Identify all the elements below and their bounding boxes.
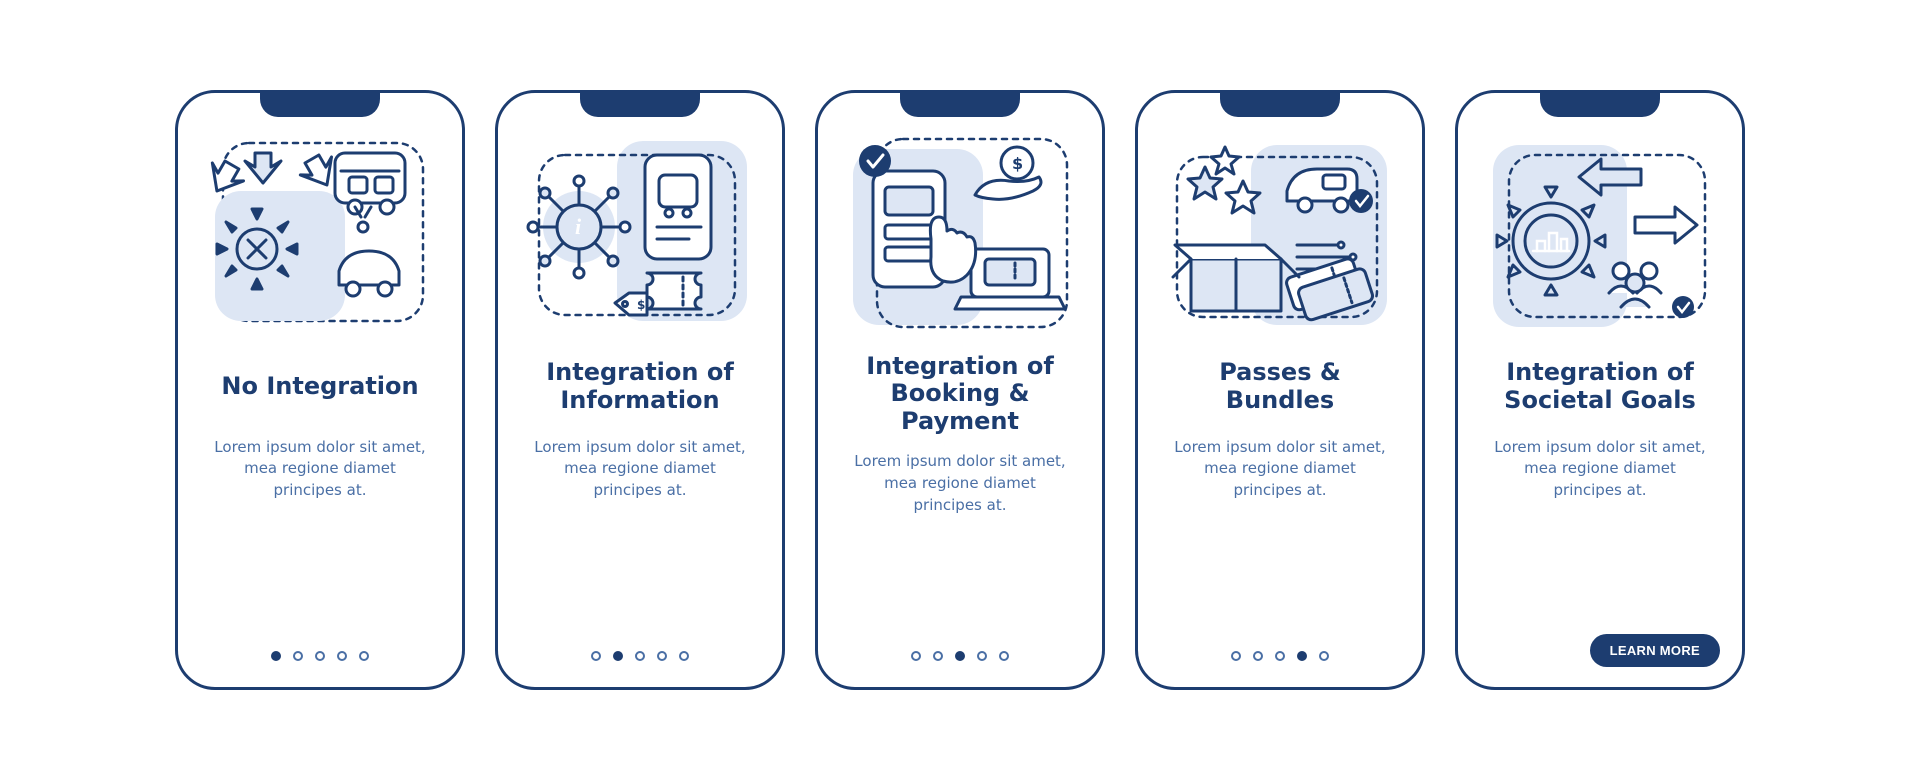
- dot-4[interactable]: [977, 651, 987, 661]
- pagination-dots: [178, 651, 462, 661]
- pagination-dots: [818, 651, 1102, 661]
- integration-societal-goals-icon: [1485, 131, 1715, 341]
- integration-booking-payment-icon: $: [845, 131, 1075, 341]
- passes-bundles-icon: [1165, 131, 1395, 341]
- dot-5[interactable]: [359, 651, 369, 661]
- phone-notch: [900, 91, 1020, 117]
- no-integration-icon: [205, 131, 435, 341]
- dot-4[interactable]: [657, 651, 667, 661]
- dot-1[interactable]: [911, 651, 921, 661]
- onboarding-screen-1: No Integration Lorem ipsum dolor sit ame…: [175, 90, 465, 690]
- dot-2[interactable]: [613, 651, 623, 661]
- dot-4[interactable]: [1297, 651, 1307, 661]
- screen-body: Lorem ipsum dolor sit amet, mea regione …: [1476, 437, 1724, 502]
- onboarding-screen-5: Integration of Societal Goals Lorem ipsu…: [1455, 90, 1745, 690]
- phone-notch: [580, 91, 700, 117]
- dot-2[interactable]: [1253, 651, 1263, 661]
- screen-body: Lorem ipsum dolor sit amet, mea regione …: [516, 437, 764, 502]
- dot-5[interactable]: [1319, 651, 1329, 661]
- phone-notch: [260, 91, 380, 117]
- dot-3[interactable]: [1275, 651, 1285, 661]
- screen-title: No Integration: [213, 353, 426, 421]
- screen-body: Lorem ipsum dolor sit amet, mea regione …: [1156, 437, 1404, 502]
- pagination-dots: [1138, 651, 1422, 661]
- dot-2[interactable]: [933, 651, 943, 661]
- dot-1[interactable]: [271, 651, 281, 661]
- dot-1[interactable]: [591, 651, 601, 661]
- dot-5[interactable]: [999, 651, 1009, 661]
- screen-body: Lorem ipsum dolor sit amet, mea regione …: [836, 451, 1084, 516]
- learn-more-button[interactable]: LEARN MORE: [1590, 634, 1720, 667]
- screen-title: Integration of Booking & Payment: [836, 353, 1084, 436]
- screen-title: Integration of Societal Goals: [1476, 353, 1724, 421]
- dot-5[interactable]: [679, 651, 689, 661]
- screen-body: Lorem ipsum dolor sit amet, mea regione …: [196, 437, 444, 502]
- svg-text:$: $: [637, 298, 645, 312]
- dot-3[interactable]: [315, 651, 325, 661]
- dot-2[interactable]: [293, 651, 303, 661]
- onboarding-stage: No Integration Lorem ipsum dolor sit ame…: [0, 0, 1920, 779]
- dot-3[interactable]: [635, 651, 645, 661]
- onboarding-screen-4: Passes & Bundles Lorem ipsum dolor sit a…: [1135, 90, 1425, 690]
- onboarding-screen-2: $ i: [495, 90, 785, 690]
- pagination-dots: [498, 651, 782, 661]
- phone-notch: [1220, 91, 1340, 117]
- dot-1[interactable]: [1231, 651, 1241, 661]
- dot-3[interactable]: [955, 651, 965, 661]
- dot-4[interactable]: [337, 651, 347, 661]
- integration-information-icon: $ i: [525, 131, 755, 341]
- onboarding-screen-3: $: [815, 90, 1105, 690]
- screen-title: Integration of Information: [516, 353, 764, 421]
- svg-text:$: $: [1012, 154, 1023, 173]
- phone-notch: [1540, 91, 1660, 117]
- screen-title: Passes & Bundles: [1156, 353, 1404, 421]
- svg-text:i: i: [575, 214, 582, 239]
